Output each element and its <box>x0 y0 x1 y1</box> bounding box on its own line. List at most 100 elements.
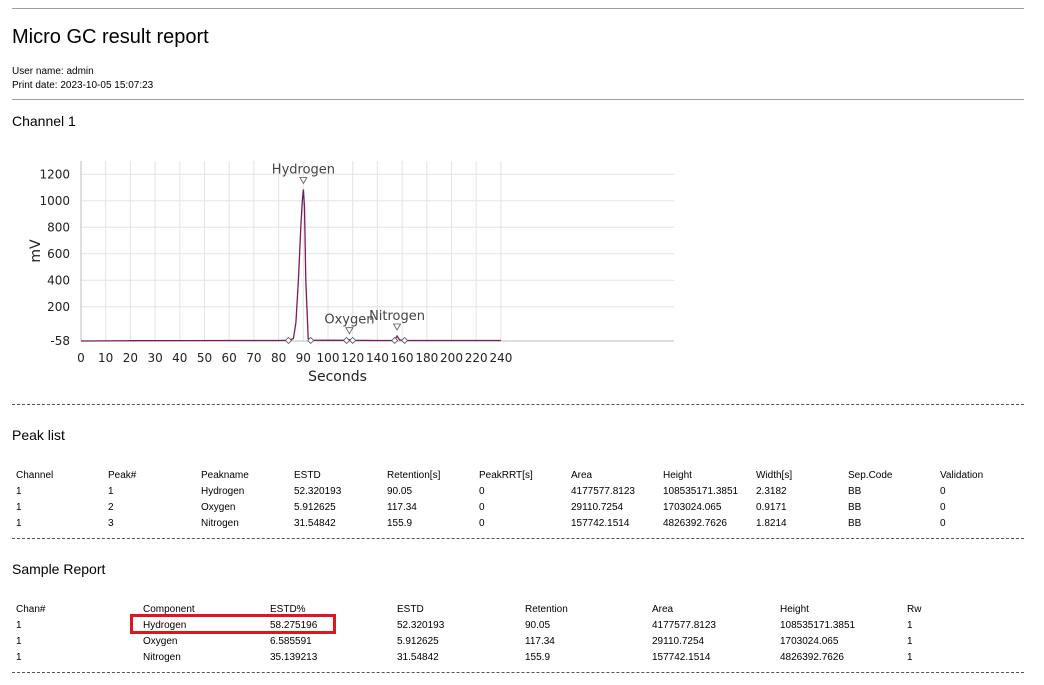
peak-label: Nitrogen <box>369 309 425 324</box>
sample-report-cell: 31.54842 <box>397 651 439 663</box>
peak-list-cell: 52.320193 <box>294 485 342 497</box>
peak-list-cell: 5.912625 <box>294 501 336 513</box>
peak-list-cell: 0 <box>940 517 946 529</box>
peak-list-cell: 1703024.065 <box>663 501 722 513</box>
peak-label: Hydrogen <box>272 162 335 177</box>
peak-list-cell: 4826392.7626 <box>663 517 727 529</box>
x-tick-label: 240 <box>489 351 512 365</box>
peak-marker <box>392 323 402 331</box>
peak-list-col-header: ESTD <box>294 469 321 481</box>
y-tick-label: 800 <box>47 220 70 234</box>
peak-list-cell: 1 <box>108 485 114 497</box>
y-tick-label: 600 <box>47 247 70 261</box>
x-tick-label: 60 <box>222 351 237 365</box>
sample-report-cell: 1 <box>16 635 22 647</box>
peak-list-row: 1 1 Hydrogen 52.320193 90.05 0 4177577.8123 108… <box>16 483 1016 499</box>
peak-list-cell: 117.34 <box>387 501 417 513</box>
baseline-marker <box>349 336 357 345</box>
sample-report-col-header: Height <box>780 603 809 615</box>
y-tick-label: 1000 <box>39 194 70 208</box>
sample-report-cell: 1703024.065 <box>780 635 839 647</box>
x-tick-label: 140 <box>366 351 389 365</box>
peak-list-cell: BB <box>848 485 862 497</box>
baseline-marker <box>342 336 351 345</box>
sample-report-cell: 1 <box>16 651 22 663</box>
x-tick-label: 90 <box>296 351 311 365</box>
sample-report-cell: 1 <box>907 651 913 663</box>
peak-list-cell: 1.8214 <box>756 517 787 529</box>
peak-list-heading: Peak list <box>12 427 65 443</box>
baseline-marker <box>391 336 399 345</box>
peak-list-cell: 31.54842 <box>294 517 336 529</box>
peak-list-cell: 0 <box>479 517 485 529</box>
chart-divider <box>12 404 1024 405</box>
peak-list-cell: 157742.1514 <box>571 517 630 529</box>
x-tick-label: 30 <box>147 351 162 365</box>
x-tick-label: 10 <box>98 351 113 365</box>
sample-report-cell: 5.912625 <box>397 635 439 647</box>
peak-list-cell: 2 <box>108 501 114 513</box>
peak-list-cell: 155.9 <box>387 517 413 529</box>
peak-list-cell: Nitrogen <box>201 517 239 529</box>
sample-report-cell: 90.05 <box>525 619 551 631</box>
sample-report-cell: 4177577.8123 <box>652 619 716 631</box>
peak-list-cell: 0 <box>479 485 485 497</box>
sample-report-col-header: Retention <box>525 603 568 615</box>
peak-list-cell: 0 <box>940 485 946 497</box>
sample-report-cell: 157742.1514 <box>652 651 711 663</box>
peak-list-cell: 4177577.8123 <box>571 485 635 497</box>
peak-list-cell: BB <box>848 501 862 513</box>
peak-list-cell: 0 <box>479 501 485 513</box>
x-tick-label: 0 <box>77 351 85 365</box>
y-tick-label: 1200 <box>39 167 70 181</box>
sample-report-col-header: Area <box>652 603 674 615</box>
peak-list-col-header: Width[s] <box>756 469 793 481</box>
peak-list-cell: 3 <box>108 517 114 529</box>
sample-report-col-header: ESTD <box>397 603 424 615</box>
x-tick-label: 20 <box>123 351 138 365</box>
x-tick-label: 120 <box>341 351 364 365</box>
x-tick-label: 160 <box>391 351 414 365</box>
peak-list-cell: 1 <box>16 501 22 513</box>
sample-report-heading: Sample Report <box>12 561 106 577</box>
sample-report-cell: 6.585591 <box>270 635 312 647</box>
sample-report-col-header: Rw <box>907 603 922 615</box>
baseline-marker <box>284 336 293 345</box>
peak-list-header-row: Channel Peak# Peakname ESTD Retention[s] Peak… <box>16 467 1016 483</box>
sample-report-cell: 4826392.7626 <box>780 651 844 663</box>
hydrogen-highlight-box <box>130 614 336 634</box>
peak-list-cell: BB <box>848 517 862 529</box>
peak-list-col-header: Retention[s] <box>387 469 441 481</box>
sample-report-col-header: Chan# <box>16 603 46 615</box>
peak-list-col-header: Peakname <box>201 469 249 481</box>
sample-report-divider <box>12 672 1024 673</box>
peak-list-col-header: Peak# <box>108 469 137 481</box>
peak-list-cell: 108535171.3851 <box>663 485 739 497</box>
peak-list-cell: 90.05 <box>387 485 413 497</box>
y-tick-label: 400 <box>47 273 70 287</box>
x-tick-label: 220 <box>465 351 488 365</box>
peak-list-cell: 2.3182 <box>756 485 787 497</box>
y-tick-label: 200 <box>47 300 70 314</box>
peak-list-cell: 0 <box>940 501 946 513</box>
peak-list-row: 1 3 Nitrogen 31.54842 155.9 0 157742.1514 48263… <box>16 515 1016 531</box>
peak-list-cell: 1 <box>16 517 22 529</box>
peak-label: Oxygen <box>324 313 374 328</box>
sample-report-cell: Nitrogen <box>143 651 181 663</box>
peak-list-table: Channel Peak# Peakname ESTD Retention[s] Peak… <box>16 467 1016 531</box>
y-tick-label: -58 <box>50 334 70 348</box>
x-tick-label: 50 <box>197 351 212 365</box>
peak-list-col-header: Height <box>663 469 692 481</box>
sample-report-cell: 1 <box>16 619 22 631</box>
sample-report-row: 1 Oxygen 6.585591 5.912625 117.34 29110.7254 1… <box>16 633 1016 649</box>
peak-marker <box>299 177 308 185</box>
sample-report-cell: 29110.7254 <box>652 635 705 647</box>
x-tick-label: 180 <box>415 351 438 365</box>
peak-list-cell: Oxygen <box>201 501 236 513</box>
peak-list-row: 1 2 Oxygen 5.912625 117.34 0 29110.7254 1703024… <box>16 499 1016 515</box>
peak-list-col-header: Channel <box>16 469 54 481</box>
peak-list-cell: 29110.7254 <box>571 501 624 513</box>
sample-report-cell: 108535171.3851 <box>780 619 856 631</box>
x-tick-label: 200 <box>440 351 463 365</box>
peak-list-cell: 1 <box>16 485 22 497</box>
